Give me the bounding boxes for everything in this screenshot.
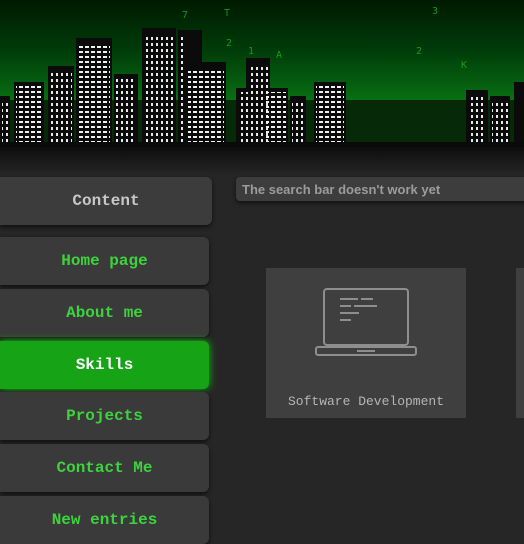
matrix-char: A <box>276 50 283 61</box>
sidebar-item-about[interactable]: About me <box>0 289 209 337</box>
matrix-char: 7 <box>182 10 189 21</box>
header-banner: 7 T 3 2 1 A 2 K <box>0 0 524 147</box>
sidebar-item-home[interactable]: Home page <box>0 237 209 285</box>
city-skyline-illustration <box>0 28 524 147</box>
banner-shadow <box>0 147 524 175</box>
matrix-char: 2 <box>226 38 233 49</box>
skill-card-label: Software Development <box>287 394 445 409</box>
skill-card-partial[interactable] <box>516 268 524 418</box>
sidebar-item-new-entries[interactable]: New entries <box>0 496 209 544</box>
sidebar-item-projects[interactable]: Projects <box>0 392 209 440</box>
skill-card-software-development[interactable]: Software Development <box>266 268 466 418</box>
matrix-char: 3 <box>432 6 439 17</box>
sidebar-item-contact[interactable]: Contact Me <box>0 444 209 492</box>
matrix-char: 2 <box>416 46 423 57</box>
laptop-code-icon <box>315 288 417 356</box>
matrix-char: T <box>224 8 231 19</box>
matrix-char: 1 <box>248 46 255 57</box>
sidebar-header: Content <box>0 177 212 225</box>
search-input[interactable] <box>236 177 524 201</box>
sidebar-item-skills[interactable]: Skills <box>0 341 209 389</box>
matrix-char: K <box>461 60 468 71</box>
